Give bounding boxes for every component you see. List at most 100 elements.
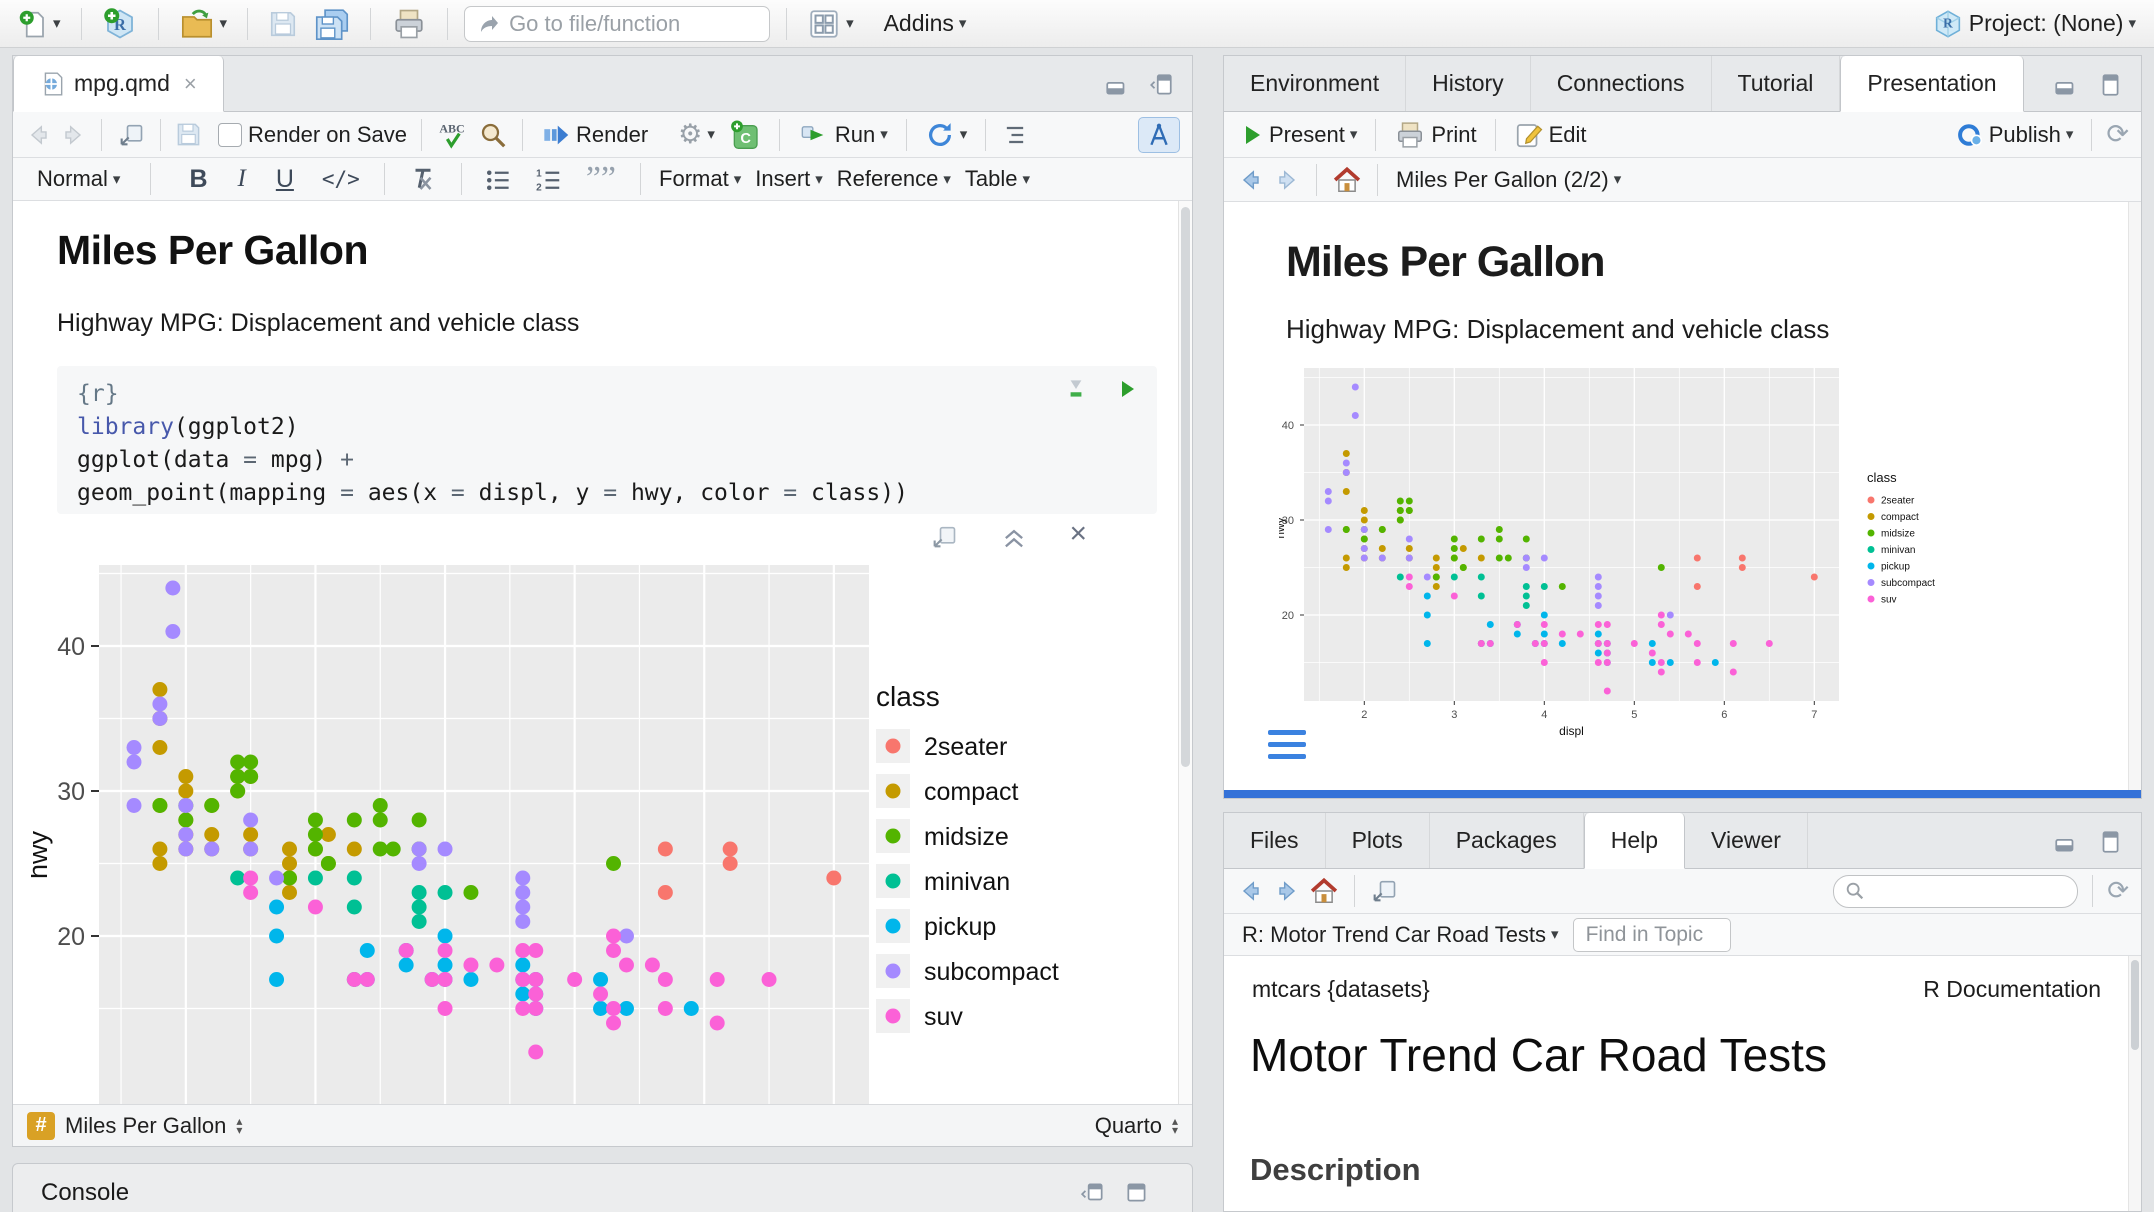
refresh-icon[interactable]: ⟳ [2106, 119, 2129, 150]
maximize-pane-icon[interactable] [1146, 72, 1176, 98]
section-selector[interactable]: Miles Per Gallon [65, 1113, 226, 1139]
svg-text:5: 5 [1631, 709, 1637, 721]
tab-viewer[interactable]: Viewer [1685, 813, 1808, 868]
menu-insert[interactable]: Insert▾ [751, 164, 827, 194]
goto-file-box[interactable] [464, 6, 770, 42]
tab-presentation[interactable]: Presentation [1840, 56, 2023, 112]
minimize-pane-icon[interactable] [1102, 72, 1132, 98]
print-button[interactable] [387, 5, 431, 43]
run-chunk-icon[interactable] [1115, 376, 1139, 402]
tab-close-icon[interactable]: × [184, 71, 197, 97]
run-chunks-above-icon[interactable] [1063, 376, 1089, 402]
clear-formatting-icon[interactable] [407, 164, 439, 194]
goto-file-input[interactable] [509, 11, 739, 37]
blockquote-icon[interactable]: ”” [576, 169, 626, 189]
render-on-save-checkbox[interactable] [218, 123, 242, 147]
maximize-pane-icon[interactable] [1122, 1180, 1152, 1206]
code-chunk[interactable]: {r}library(ggplot2)ggplot(data = mpg) + … [57, 366, 1157, 514]
section-sorter-icon[interactable]: ▴▾ [236, 1117, 242, 1135]
present-button[interactable]: Present ▾ [1236, 120, 1361, 150]
separator [1377, 164, 1378, 196]
help-scrollbar[interactable] [2128, 956, 2141, 1211]
expand-output-icon[interactable] [929, 523, 959, 551]
save-all-button[interactable] [310, 5, 354, 43]
italic-button[interactable]: I [226, 165, 258, 193]
tab-tutorial[interactable]: Tutorial [1712, 56, 1841, 111]
tab-packages[interactable]: Packages [1430, 813, 1584, 868]
bold-button[interactable]: B [177, 165, 219, 194]
topic-selector-label: R: Motor Trend Car Road Tests [1242, 922, 1546, 948]
outline-toggle-icon[interactable] [1000, 121, 1030, 149]
bullet-list-icon[interactable] [482, 164, 514, 194]
doc-title: Miles Per Gallon [57, 227, 368, 274]
section-icon: # [27, 1112, 55, 1140]
paragraph-style-select[interactable]: Normal ▾ [33, 164, 124, 194]
clear-output-icon[interactable]: × [1069, 523, 1087, 551]
tab-files[interactable]: Files [1224, 813, 1326, 868]
rstudio-window: ▾ R ▾ ▾ Addins [0, 0, 2154, 1212]
forward-icon[interactable] [1272, 166, 1302, 194]
tab-help[interactable]: Help [1584, 813, 1685, 869]
publish-button[interactable]: Publish ▾ [1952, 119, 2078, 151]
open-file-button[interactable]: ▾ [175, 5, 232, 43]
print-presentation-button[interactable]: Print [1390, 118, 1480, 152]
home-icon[interactable] [1331, 165, 1363, 195]
restore-pane-icon[interactable] [1078, 1180, 1108, 1206]
find-replace-icon[interactable] [478, 120, 508, 150]
chunk-options-button[interactable]: ⚙ ▾ [674, 117, 719, 152]
tab-history[interactable]: History [1406, 56, 1531, 111]
editor-scrollbar[interactable] [1178, 201, 1192, 1104]
minimize-pane-icon[interactable] [2051, 829, 2081, 855]
code-format-button[interactable]: </> [312, 167, 370, 191]
project-menu-button[interactable]: R Project: (None) ▾ [1928, 6, 2140, 42]
save-button[interactable] [264, 7, 302, 41]
tab-mpg-qmd[interactable]: mpg.qmd × [13, 56, 224, 112]
collapse-output-icon[interactable] [999, 523, 1029, 551]
menu-reference[interactable]: Reference▾ [833, 164, 955, 194]
insert-chunk-button[interactable]: C [725, 117, 765, 153]
workspace-panes-button[interactable]: ▾ [803, 5, 858, 43]
back-icon[interactable] [1236, 877, 1266, 905]
home-icon[interactable] [1308, 876, 1340, 906]
help-search-box[interactable] [1833, 875, 2078, 908]
forward-icon[interactable] [1272, 877, 1302, 905]
numbered-list-icon[interactable]: 12 [532, 164, 564, 194]
underline-button[interactable]: U [264, 165, 306, 194]
forward-icon[interactable] [59, 121, 87, 149]
tab-plots[interactable]: Plots [1326, 813, 1430, 868]
chunk-code[interactable]: {r}library(ggplot2)ggplot(data = mpg) + … [77, 378, 1137, 510]
popout-icon[interactable] [116, 121, 146, 149]
render-button[interactable]: Render [537, 119, 652, 151]
separator [421, 119, 422, 151]
tab-connections[interactable]: Connections [1531, 56, 1712, 111]
rerun-button[interactable]: ▾ [921, 118, 972, 152]
menu-format[interactable]: Format▾ [655, 164, 745, 194]
find-in-topic-input[interactable] [1586, 923, 1718, 947]
topic-selector[interactable]: R: Motor Trend Car Road Tests ▾ [1238, 920, 1563, 950]
new-project-button[interactable]: R [98, 4, 142, 44]
slide-menu-icon[interactable] [1268, 730, 1306, 759]
save-icon[interactable] [175, 121, 202, 148]
addins-button[interactable]: Addins ▾ [880, 8, 971, 39]
visual-editor-document[interactable]: Miles Per Gallon Highway MPG: Displaceme… [13, 201, 1192, 1104]
mode-selector[interactable]: Quarto [1095, 1113, 1162, 1139]
back-icon[interactable] [25, 121, 53, 149]
refresh-icon[interactable]: ⟳ [2107, 876, 2129, 906]
visual-editor-toggle[interactable] [1138, 117, 1180, 153]
mode-sorter-icon[interactable]: ▴▾ [1172, 1117, 1178, 1135]
new-file-button[interactable]: ▾ [14, 6, 65, 42]
spellcheck-icon[interactable]: ABC [436, 119, 472, 151]
find-in-topic-box[interactable] [1573, 918, 1731, 952]
menu-table[interactable]: Table▾ [961, 164, 1034, 194]
help-search-input[interactable] [1872, 880, 2062, 903]
tab-environment[interactable]: Environment [1224, 56, 1406, 111]
slide-selector[interactable]: Miles Per Gallon (2/2) ▾ [1392, 165, 1625, 195]
presentation-scrollbar[interactable] [2128, 202, 2141, 790]
edit-button[interactable]: Edit [1510, 118, 1591, 152]
run-button[interactable]: Run ▾ [794, 119, 892, 151]
back-icon[interactable] [1236, 166, 1266, 194]
maximize-pane-icon[interactable] [2095, 72, 2125, 98]
minimize-pane-icon[interactable] [2051, 72, 2081, 98]
maximize-pane-icon[interactable] [2095, 829, 2125, 855]
popout-icon[interactable] [1369, 877, 1399, 905]
